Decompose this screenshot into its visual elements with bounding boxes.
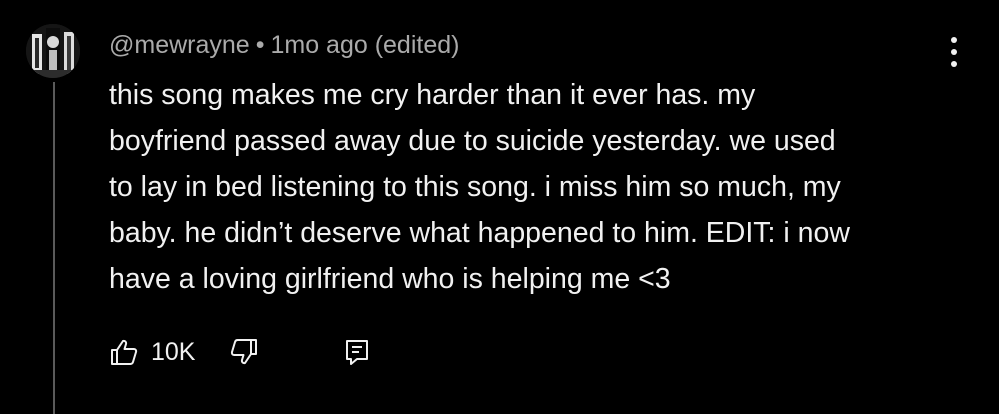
- comment-header: @mewrayne • 1mo ago (edited): [109, 30, 459, 60]
- author-handle[interactable]: @mewrayne: [109, 31, 250, 59]
- avatar-image: [26, 24, 80, 78]
- comment-actions: 10K: [109, 335, 371, 369]
- reply-icon: [346, 340, 369, 365]
- reply-button[interactable]: [343, 337, 371, 367]
- avatar[interactable]: [26, 24, 80, 78]
- dislike-button[interactable]: [229, 337, 259, 367]
- thumbs-down-icon: [231, 339, 258, 365]
- thumbs-up-icon: [111, 339, 138, 365]
- more-vertical-icon: [951, 37, 957, 67]
- comment-text: this song makes me cry harder than it ev…: [109, 79, 850, 295]
- thread-line: [53, 82, 55, 414]
- like-button[interactable]: 10K: [109, 337, 195, 367]
- meta-separator: •: [255, 31, 265, 59]
- more-options-button[interactable]: [940, 34, 968, 70]
- like-count: 10K: [151, 337, 196, 366]
- comment-timestamp[interactable]: 1mo ago (edited): [270, 31, 459, 59]
